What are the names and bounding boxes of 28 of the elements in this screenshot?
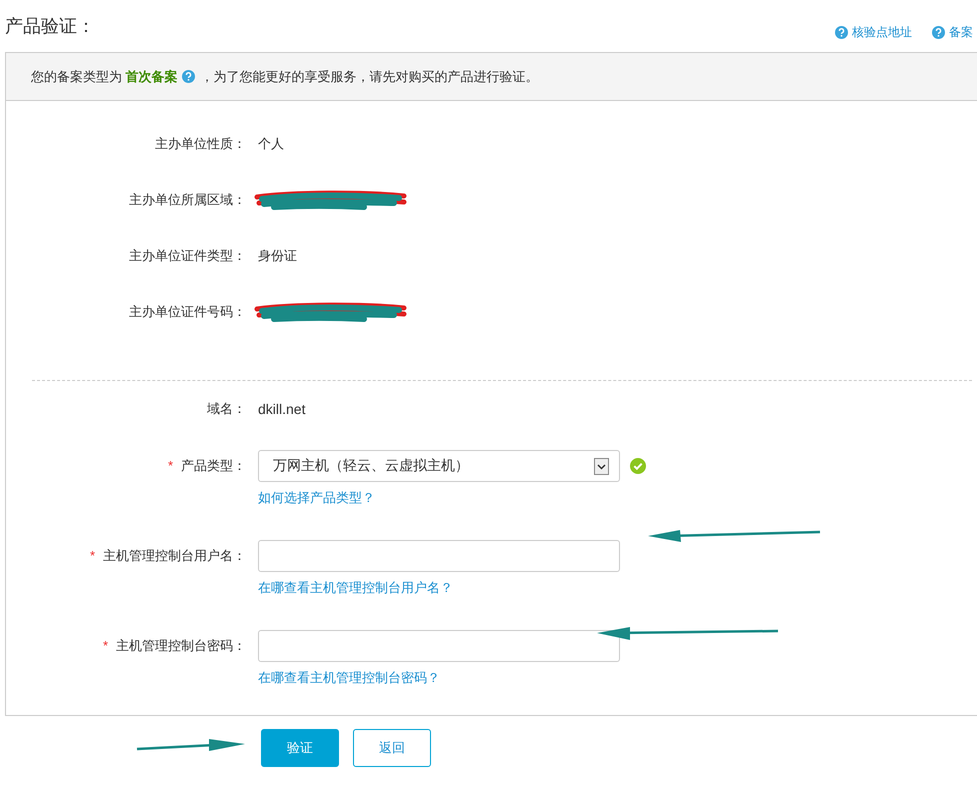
back-button[interactable]: 返回 [353,729,431,767]
field-label: * 主机管理控制台用户名： [88,547,246,565]
help-link[interactable]: 在哪查看主机管理控制台用户名？ [258,578,977,598]
field-value: dkill.net [258,401,306,417]
page-title: 产品验证： [5,15,95,38]
field-label: 主办单位证件类型： [128,247,246,265]
notice-text: 您的备案类型为 首次备案 [31,68,178,86]
field-label: 域名： [206,400,246,418]
help-link[interactable]: 在哪查看主机管理控制台密码？ [258,668,977,688]
help-icon[interactable] [182,70,195,83]
help-icon [835,26,848,39]
input-field[interactable] [258,540,620,572]
help-link[interactable]: 备案 [932,24,973,41]
input-field[interactable] [258,630,620,662]
help-link[interactable]: 如何选择产品类型？ [258,488,977,508]
field-label: 主办单位所属区域： [128,191,246,209]
field-value: 个人 [258,135,284,153]
field-label: 主办单位证件号码： [128,303,246,321]
field-label: 主办单位性质： [154,135,246,153]
caret-icon [594,458,609,474]
field-value: 身份证 [258,247,297,265]
field-label: * 产品类型： [166,457,246,475]
product-type-select[interactable]: 万网主机（轻云、云虚拟主机） [258,450,620,482]
verify-button[interactable]: 验证 [261,729,339,767]
notice-text: ，为了您能更好的享受服务，请先对购买的产品进行验证。 [200,68,539,86]
help-icon [932,26,945,39]
help-link[interactable]: 核验点地址 [835,24,912,41]
field-label: * 主机管理控制台密码： [102,637,246,655]
